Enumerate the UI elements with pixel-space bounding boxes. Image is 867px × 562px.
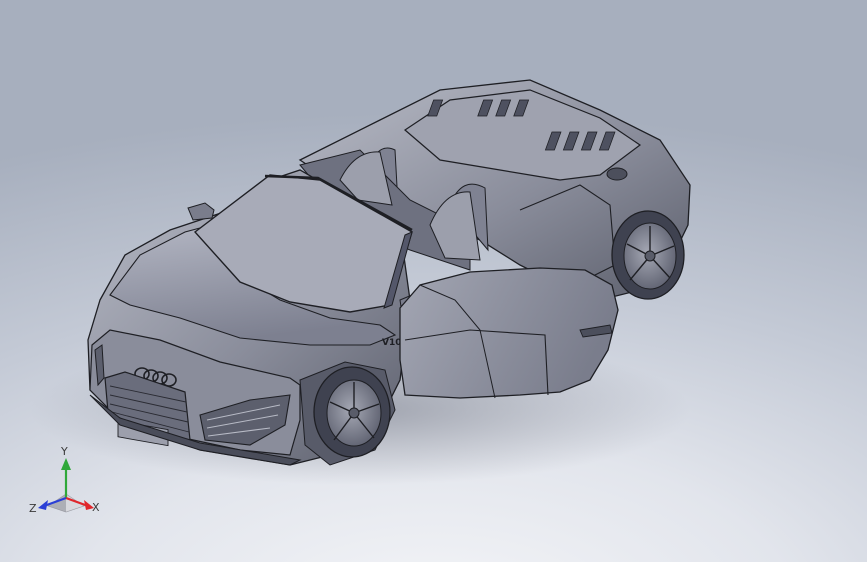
side-badge: V10 [382,338,402,348]
triad-z-label: Z [29,502,37,515]
car-model[interactable]: V10 [0,0,867,562]
mirror-left[interactable] [187,202,215,221]
fuel-cap[interactable] [606,167,628,181]
rear-wheel[interactable] [611,210,685,300]
triad-x-label: X [92,501,100,514]
view-orientation-triad[interactable]: Y X Z [26,446,106,526]
graphics-viewport[interactable]: V10 Y X Z [0,0,867,562]
triad-y-label: Y [61,445,68,458]
triad-graphic [38,458,94,513]
